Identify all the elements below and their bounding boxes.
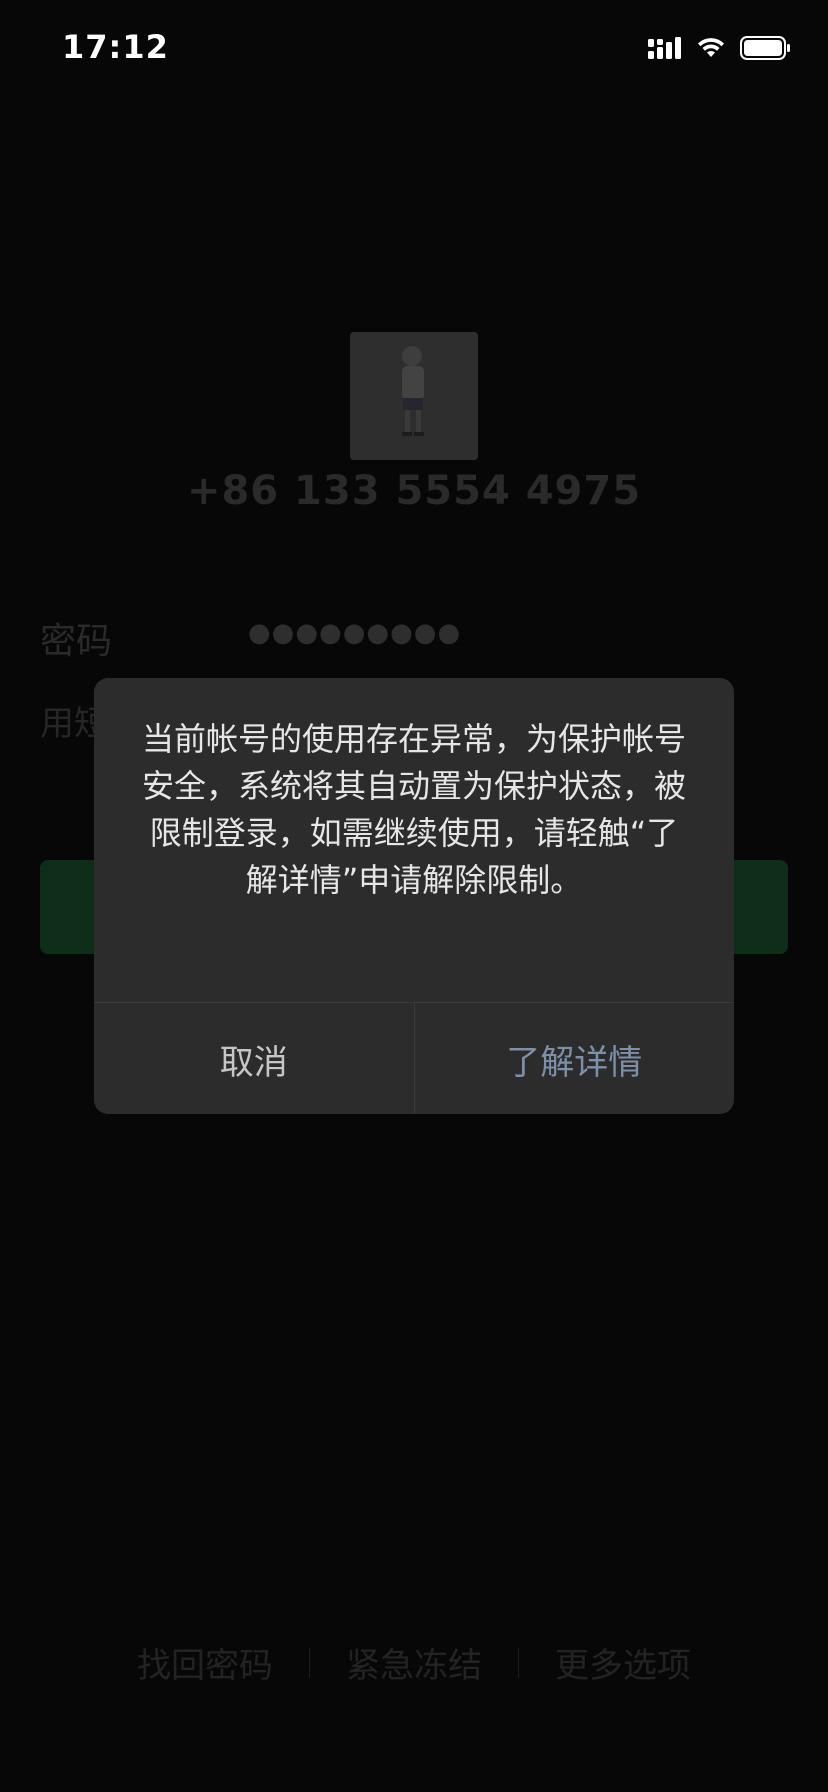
bottom-links: 找回密码 紧急冻结 更多选项 (0, 1638, 828, 1687)
more-options-link[interactable]: 更多选项 (519, 1638, 727, 1687)
status-icons (648, 36, 792, 64)
account-restricted-dialog: 当前帐号的使用存在异常，为保护帐号安全，系统将其自动置为保护状态，被限制登录，如… (94, 678, 734, 1114)
status-time: 17:12 (62, 28, 169, 66)
password-field[interactable]: ●●●●●●●●● (248, 618, 461, 648)
emergency-freeze-link[interactable]: 紧急冻结 (310, 1638, 518, 1687)
battery-icon (740, 36, 792, 64)
status-bar: 17:12 (0, 0, 828, 100)
avatar (350, 332, 478, 460)
login-screen: 17:12 +86 133 5554 4975 密码 ●●●●●●●●● 用短 … (0, 0, 828, 1792)
learn-details-button[interactable]: 了解详情 (415, 1003, 735, 1114)
password-label: 密码 (40, 621, 113, 662)
dialog-actions: 取消 了解详情 (94, 1002, 734, 1114)
recover-password-link[interactable]: 找回密码 (101, 1638, 309, 1687)
cellular-signal-icon (648, 37, 682, 63)
cancel-button[interactable]: 取消 (94, 1003, 415, 1114)
account-phone-number: +86 133 5554 4975 (186, 468, 642, 514)
wifi-icon (696, 37, 726, 63)
avatar-image (350, 332, 478, 460)
dialog-message: 当前帐号的使用存在异常，为保护帐号安全，系统将其自动置为保护状态，被限制登录，如… (141, 720, 686, 899)
